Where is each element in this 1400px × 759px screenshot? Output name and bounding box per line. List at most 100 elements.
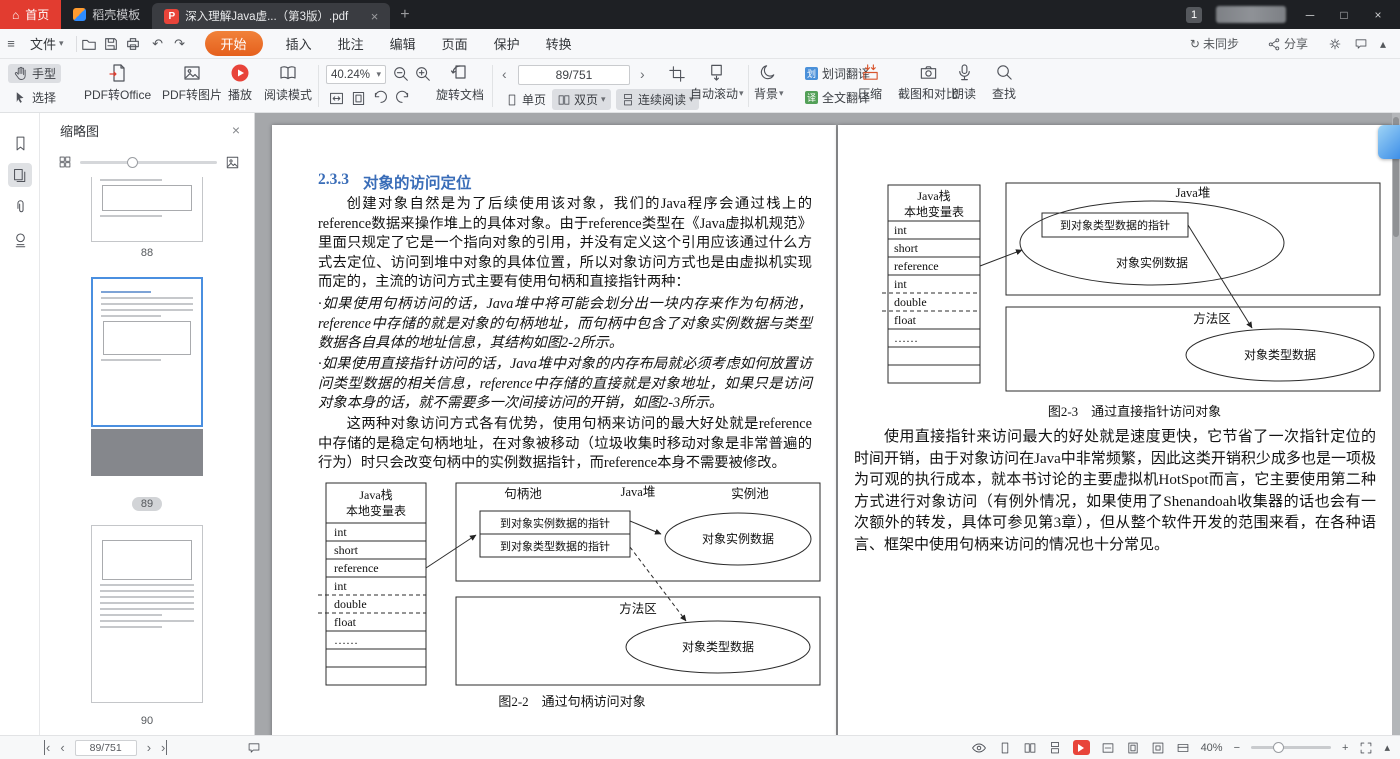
double-page-button[interactable]: 双页 ▾ <box>552 89 611 110</box>
thumbnail-page-90[interactable] <box>91 525 203 703</box>
compress-button[interactable]: 压缩 <box>858 63 882 102</box>
tab-start[interactable]: 开始 <box>204 31 263 56</box>
video-tutorial-button[interactable] <box>1072 740 1090 755</box>
slider-handle[interactable] <box>126 156 138 168</box>
prev-page-icon[interactable]: ‹ <box>502 66 507 82</box>
thumbnail-page-89[interactable] <box>91 277 203 427</box>
new-tab-button[interactable]: + <box>390 0 419 29</box>
vertical-scrollbar[interactable] <box>1392 113 1400 735</box>
actual-size-icon[interactable] <box>1151 741 1165 755</box>
zoom-slider-handle[interactable] <box>1273 742 1285 753</box>
divider <box>748 65 749 107</box>
screenshot-compare-button[interactable]: 截图和对比 <box>898 63 958 102</box>
tab-home[interactable]: ⌂ 首页 <box>0 0 62 29</box>
single-page-view-icon[interactable] <box>998 741 1012 755</box>
sync-status[interactable]: ↻ 未同步 <box>1182 35 1247 52</box>
bookmarks-panel-icon[interactable] <box>8 131 32 155</box>
attachment-panel-icon[interactable] <box>8 195 32 219</box>
maximize-button[interactable]: □ <box>1334 8 1354 22</box>
zoom-out-icon[interactable]: − <box>1234 742 1240 754</box>
thumbnail-page-88[interactable] <box>91 177 203 242</box>
auto-scroll-button[interactable]: 自动滚动 ▾ <box>690 63 744 102</box>
thumbnail-size-slider[interactable] <box>80 156 217 168</box>
continuous-read-button[interactable]: 连续阅读 ▾ <box>616 89 699 110</box>
close-window-button[interactable]: × <box>1368 8 1388 22</box>
pdf-to-office-button[interactable]: PDF转Office <box>84 63 151 103</box>
rotate-left-icon[interactable] <box>372 90 389 107</box>
svg-text:实例池: 实例池 <box>731 486 769 501</box>
last-page-icon[interactable]: › <box>161 740 168 755</box>
collapse-ribbon-icon[interactable]: ▴ <box>1380 37 1386 51</box>
rotate-document-button[interactable]: 旋转文档 <box>436 63 484 103</box>
tab-insert[interactable]: 插入 <box>273 34 325 53</box>
undo-icon[interactable]: ↶ <box>147 36 169 52</box>
redo-icon[interactable]: ↷ <box>169 36 191 52</box>
more-view-icon[interactable] <box>1176 741 1190 755</box>
hand-tool-button[interactable]: 手型 <box>8 64 62 83</box>
fit-width-icon[interactable] <box>328 90 345 107</box>
eye-icon[interactable] <box>971 740 987 756</box>
open-file-icon[interactable] <box>81 36 103 52</box>
select-tool-button[interactable]: 选择 <box>8 88 61 107</box>
prev-page-icon[interactable]: ‹ <box>60 740 64 755</box>
zoom-in-icon[interactable] <box>414 65 432 83</box>
close-tab-icon[interactable]: × <box>371 9 379 24</box>
thumbnail-list[interactable]: 88 89 90 <box>40 177 254 735</box>
find-button[interactable]: 查找 <box>992 63 1016 102</box>
thumbnails-panel-icon[interactable] <box>8 163 32 187</box>
rotate-right-icon[interactable] <box>394 90 411 107</box>
tab-docer[interactable]: 稻壳模板 <box>61 0 152 29</box>
comment-bubble-icon[interactable] <box>247 741 261 755</box>
print-icon[interactable] <box>125 36 147 52</box>
chevron-down-icon: ▾ <box>59 38 64 48</box>
continuous-view-icon[interactable] <box>1048 741 1062 755</box>
pdf-to-image-button[interactable]: PDF转图片 <box>162 63 222 103</box>
page-number-input[interactable]: 89/751 <box>74 739 137 756</box>
next-page-icon[interactable]: › <box>640 66 645 82</box>
svg-text:对象实例数据: 对象实例数据 <box>702 531 774 546</box>
double-page-icon <box>558 94 570 105</box>
tab-edit[interactable]: 编辑 <box>377 34 429 53</box>
floating-assistant-widget[interactable] <box>1378 125 1400 159</box>
play-icon <box>231 64 249 82</box>
page-number-input[interactable]: 89/751 <box>518 65 630 85</box>
divider <box>492 65 493 107</box>
tab-page[interactable]: 页面 <box>429 34 481 53</box>
fit-width-icon[interactable] <box>1101 741 1115 755</box>
minimize-button[interactable]: ─ <box>1300 8 1320 22</box>
zoom-in-icon[interactable]: + <box>1342 742 1348 754</box>
tab-protect[interactable]: 保护 <box>481 34 533 53</box>
fullscreen-icon[interactable] <box>1359 741 1373 755</box>
double-page-view-icon[interactable] <box>1023 741 1037 755</box>
tab-convert[interactable]: 转换 <box>533 34 585 53</box>
fit-page-icon[interactable] <box>350 90 367 107</box>
scroll-up-icon[interactable]: ▴ <box>1384 741 1390 754</box>
user-account-area[interactable] <box>1216 6 1286 23</box>
fit-page-icon[interactable] <box>1126 741 1140 755</box>
tab-document[interactable]: P 深入理解Java虚...（第3版）.pdf × <box>152 3 391 29</box>
background-button[interactable]: 背景 ▾ <box>754 63 784 102</box>
close-panel-icon[interactable]: × <box>232 122 240 138</box>
zoom-out-icon[interactable] <box>392 65 410 83</box>
feedback-bubble-icon[interactable] <box>1354 37 1368 51</box>
input-indicator-badge: 1 <box>1186 6 1202 23</box>
zoom-select[interactable]: 40.24% ▾ <box>326 65 386 84</box>
menu-file[interactable]: 文件 ▾ <box>22 34 72 53</box>
zoom-slider[interactable] <box>1251 742 1332 753</box>
settings-gear-icon[interactable] <box>1328 37 1342 51</box>
auto-scroll-icon <box>711 64 723 81</box>
single-page-button[interactable]: 单页 <box>500 89 551 110</box>
hamburger-icon[interactable]: ≡ <box>0 36 22 51</box>
next-page-icon[interactable]: › <box>147 740 151 755</box>
read-aloud-button[interactable]: 朗读 <box>952 63 976 102</box>
signature-panel-icon[interactable] <box>8 227 32 251</box>
share-button[interactable]: 分享 <box>1259 35 1316 52</box>
play-button[interactable]: 播放 <box>228 63 252 103</box>
page-adjust-icon[interactable] <box>668 65 686 83</box>
small-thumbnails-icon[interactable] <box>58 155 72 169</box>
first-page-icon[interactable]: ‹ <box>44 740 50 755</box>
large-thumbnail-icon[interactable] <box>225 155 240 170</box>
read-mode-button[interactable]: 阅读模式 <box>264 63 312 103</box>
tab-comment[interactable]: 批注 <box>325 34 377 53</box>
save-icon[interactable] <box>103 36 125 52</box>
